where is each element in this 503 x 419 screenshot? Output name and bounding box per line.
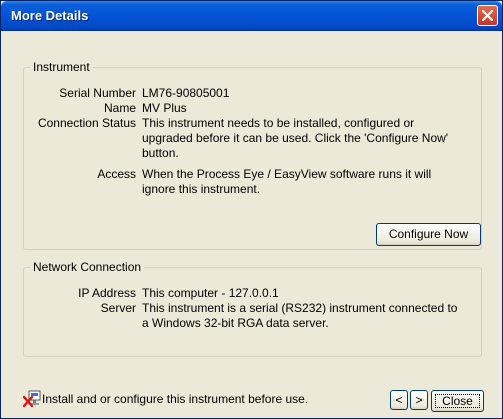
window-close-button[interactable] <box>477 5 498 26</box>
connection-status-label: Connection Status <box>37 116 136 130</box>
serial-number-label: Serial Number <box>59 86 136 100</box>
close-button[interactable]: Close <box>431 390 484 412</box>
ip-address-value: This computer - 127.0.0.1 <box>142 286 279 300</box>
footer-message: Install and or configure this instrument… <box>42 392 309 406</box>
previous-button[interactable]: < <box>390 390 408 410</box>
network-connection-legend: Network Connection <box>30 260 145 274</box>
more-details-dialog: More Details Instrument Serial Number LM… <box>0 0 503 419</box>
title-bar[interactable]: More Details <box>1 1 502 31</box>
server-value: This instrument is a serial (RS232) inst… <box>142 301 458 330</box>
access-value: When the Process Eye / EasyView software… <box>142 167 432 196</box>
serial-number-value: LM76-90805001 <box>142 86 230 100</box>
window-title: More Details <box>11 8 89 23</box>
connection-status-value: This instrument needs to be installed, c… <box>142 116 449 160</box>
instrument-group: Instrument Serial Number LM76-90805001 N… <box>23 60 482 250</box>
network-connection-group: Network Connection IP Address This compu… <box>23 260 482 357</box>
focus-rectangle <box>435 394 480 408</box>
close-icon <box>482 10 493 21</box>
configure-now-button[interactable]: Configure Now <box>376 223 481 246</box>
warning-x-icon <box>23 390 41 408</box>
name-label: Name <box>103 101 136 115</box>
server-label: Server <box>100 301 136 315</box>
access-label: Access <box>97 167 136 181</box>
name-value: MV Plus <box>142 101 187 115</box>
next-button[interactable]: > <box>410 390 428 410</box>
ip-address-label: IP Address <box>78 286 136 300</box>
instrument-group-legend: Instrument <box>30 60 93 74</box>
